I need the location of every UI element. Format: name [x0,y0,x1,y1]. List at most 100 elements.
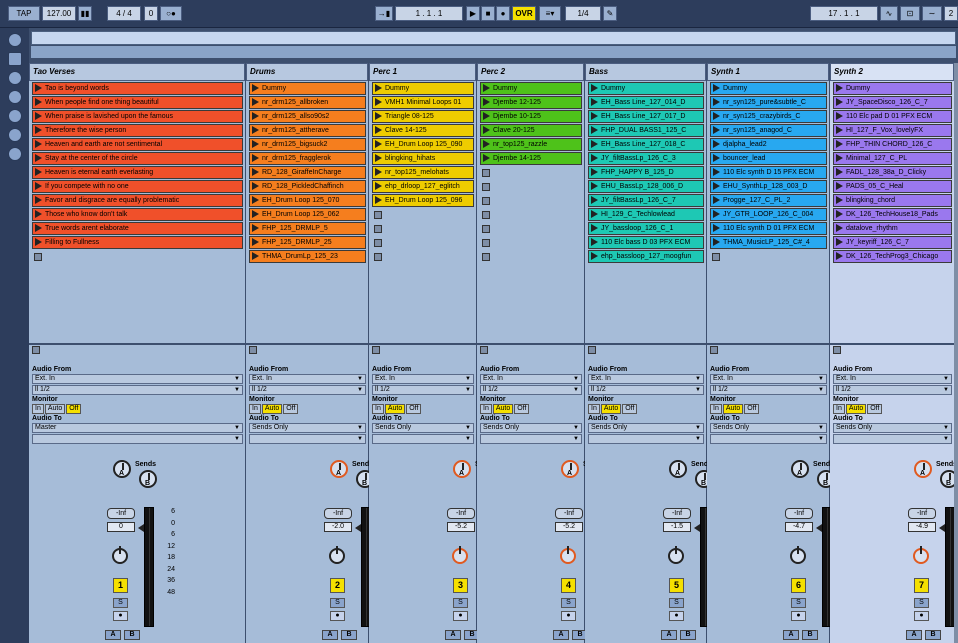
clip[interactable]: Dummy [372,82,474,95]
volume-field[interactable]: -1.5 [663,522,691,532]
file-browser-1-icon[interactable] [8,90,22,104]
clip-stop-icon[interactable] [482,197,490,205]
clip[interactable]: EHU_BassLp_128_006_D [588,180,704,193]
track-stop-button[interactable] [32,346,40,354]
monitor-in-button[interactable]: In [249,404,261,414]
clip[interactable]: Dummy [249,82,366,95]
clip[interactable]: EH_Drum Loop 125_096 [372,194,474,207]
clip-play-icon[interactable] [35,168,42,176]
clip-play-icon[interactable] [836,182,843,190]
clip-play-icon[interactable] [375,168,382,176]
clip-play-icon[interactable] [35,126,42,134]
arm-button[interactable]: ● [453,611,468,621]
monitor-auto-button[interactable]: Auto [261,404,283,414]
audio-to-select[interactable]: Master [32,423,243,433]
audio-from-select[interactable]: Ext. In [833,374,952,384]
clip[interactable]: FADL_128_38a_D_Clicky [833,166,952,179]
clip[interactable]: Clave 14-125 [372,124,474,137]
clip-stop-icon[interactable] [34,253,42,261]
track-activator-button[interactable]: 2 [330,578,345,593]
empty-clip-slot[interactable] [480,222,582,235]
clip[interactable]: blingking_chord [833,194,952,207]
clip-stop-icon[interactable] [482,239,490,247]
clip[interactable]: Dummy [588,82,704,95]
clip-play-icon[interactable] [713,182,720,190]
crossfade-b-button[interactable]: B [680,630,696,640]
pan-knob[interactable] [452,546,468,564]
clip-play-icon[interactable] [35,98,42,106]
clip-play-icon[interactable] [591,196,598,204]
arm-button[interactable]: ● [791,611,806,621]
clip-play-icon[interactable] [483,140,490,148]
send-a-knob[interactable]: A [113,460,131,478]
clip-play-icon[interactable] [836,84,843,92]
clip-play-icon[interactable] [375,182,382,190]
clip[interactable]: 110 Elc synth D 15 PFX ECM [710,166,827,179]
clip-play-icon[interactable] [375,140,382,148]
monitor-auto-button[interactable]: Auto [384,404,406,414]
clip[interactable]: JY_SpaceDisco_126_C_7 [833,96,952,109]
input-channel-select[interactable]: ll 1/2 [588,385,704,395]
clip-play-icon[interactable] [252,252,259,260]
clip-stop-icon[interactable] [482,253,490,261]
record-quantize-icon[interactable]: ○● [160,6,182,21]
clip[interactable]: JY_filtBassLp_126_C_7 [588,194,704,207]
clip[interactable]: 110 Elc synth D 01 PFX ECM [710,222,827,235]
clip-play-icon[interactable] [713,98,720,106]
clip[interactable]: VMH1 Minimal Loops 01 [372,96,474,109]
clip[interactable]: EH_Bass Line_127_018_C [588,138,704,151]
clip-play-icon[interactable] [35,196,42,204]
monitor-off-button[interactable]: Off [66,404,82,414]
empty-clip-slot[interactable] [480,250,582,263]
monitor-auto-button[interactable]: Auto [845,404,867,414]
clip[interactable]: Those who know don't talk [32,208,243,221]
send-a-knob[interactable]: A [914,460,932,478]
monitor-in-button[interactable]: In [588,404,600,414]
audio-to-select[interactable]: Sends Only [833,423,952,433]
clip-play-icon[interactable] [252,112,259,120]
arm-button[interactable]: ● [561,611,576,621]
clip[interactable]: Djembe 14-125 [480,152,582,165]
clip[interactable]: HI_129_C_Techlowlead [588,208,704,221]
clip[interactable]: nr_top125_melohats [372,166,474,179]
clip-play-icon[interactable] [591,238,598,246]
clip[interactable]: nr_top125_razzle [480,138,582,151]
empty-clip-slot[interactable] [372,250,474,263]
clip-play-icon[interactable] [375,112,382,120]
clip-play-icon[interactable] [252,98,259,106]
clip[interactable]: When praise is lavished upon the famous [32,110,243,123]
clip[interactable]: PADS_05_C_Heal [833,180,952,193]
clip[interactable]: THMA_DrumLp_125_23 [249,250,366,263]
clip-play-icon[interactable] [35,154,42,162]
clip-play-icon[interactable] [252,224,259,232]
clip-play-icon[interactable] [836,140,843,148]
device-browser-icon[interactable] [8,52,22,66]
pan-knob[interactable] [329,546,345,564]
clip[interactable]: EH_Drum Loop 125_062 [249,208,366,221]
clip-play-icon[interactable] [483,126,490,134]
clip[interactable]: nr_drm125_attherave [249,124,366,137]
browser-toggle-icon[interactable] [8,33,22,47]
metronome-icon[interactable]: ▮▮ [78,6,92,21]
clip-play-icon[interactable] [713,140,720,148]
track-activator-button[interactable]: 7 [914,578,929,593]
clip-play-icon[interactable] [252,210,259,218]
clip-play-icon[interactable] [713,196,720,204]
play-icon[interactable]: ▶ [466,6,480,21]
clip-play-icon[interactable] [713,168,720,176]
clip-play-icon[interactable] [375,84,382,92]
clip-play-icon[interactable] [375,126,382,134]
clip-play-icon[interactable] [252,182,259,190]
clip[interactable]: THMA_MusicLP_125_C#_4 [710,236,827,249]
monitor-off-button[interactable]: Off [283,404,299,414]
clip[interactable]: Progge_127_C_PL_2 [710,194,827,207]
clip-play-icon[interactable] [252,84,259,92]
clip-play-icon[interactable] [591,224,598,232]
send-a-knob[interactable]: A [669,460,687,478]
crossfade-a-button[interactable]: A [445,630,461,640]
crossfade-a-button[interactable]: A [553,630,569,640]
pan-knob[interactable] [560,546,576,564]
track-header[interactable]: Drums [246,63,368,81]
clip-play-icon[interactable] [483,112,490,120]
solo-button[interactable]: S [791,598,806,608]
